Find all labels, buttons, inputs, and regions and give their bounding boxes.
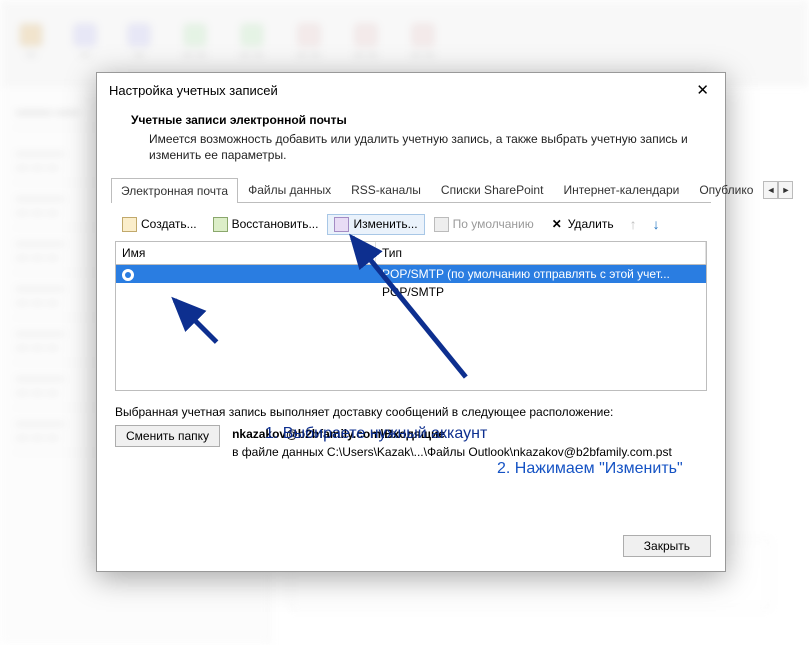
delivery-section: Выбранная учетная запись выполняет доста… <box>115 405 707 461</box>
tab-published[interactable]: Опублико <box>689 177 763 202</box>
dialog-title: Настройка учетных записей <box>109 83 278 98</box>
accounts-toolbar: Создать... Восстановить... Изменить... П… <box>97 203 725 241</box>
default-icon <box>434 217 449 232</box>
annotation-step-2: 2. Нажимаем "Изменить" <box>497 460 683 478</box>
move-up-button: ↑ <box>623 213 644 235</box>
arrow-down-icon: ↓ <box>653 216 660 232</box>
move-down-button[interactable]: ↓ <box>646 213 667 235</box>
restore-label: Восстановить... <box>232 217 319 231</box>
tab-email[interactable]: Электронная почта <box>111 178 238 203</box>
tab-rss[interactable]: RSS-каналы <box>341 177 431 202</box>
set-default-button: По умолчанию <box>427 214 541 235</box>
header-text: Имеется возможность добавить или удалить… <box>131 131 701 163</box>
tab-data-files[interactable]: Файлы данных <box>238 177 341 202</box>
header-title: Учетные записи электронной почты <box>131 113 701 127</box>
create-label: Создать... <box>141 217 197 231</box>
default-label: По умолчанию <box>453 217 534 231</box>
dialog-titlebar: Настройка учетных записей ✕ <box>97 73 725 107</box>
account-type: POP/SMTP <box>376 284 706 300</box>
delivery-path-name: nkazakov@b2bfamily.com\Входящие <box>232 425 672 443</box>
col-name[interactable]: Имя <box>116 242 376 264</box>
col-type[interactable]: Тип <box>376 242 706 264</box>
tab-sharepoint[interactable]: Списки SharePoint <box>431 177 554 202</box>
create-icon <box>122 217 137 232</box>
delete-button[interactable]: ✕ Удалить <box>543 214 621 234</box>
delivery-path-detail: в файле данных C:\Users\Kazak\...\Файлы … <box>232 443 672 461</box>
change-folder-button[interactable]: Сменить папку <box>115 425 220 447</box>
tab-scroll-right[interactable]: ► <box>778 181 793 199</box>
tab-scroll-left[interactable]: ◄ <box>763 181 778 199</box>
close-icon[interactable]: ✕ <box>692 81 713 99</box>
account-settings-dialog: Настройка учетных записей ✕ Учетные запи… <box>96 72 726 572</box>
restore-icon <box>213 217 228 232</box>
create-button[interactable]: Создать... <box>115 214 204 235</box>
close-button[interactable]: Закрыть <box>623 535 711 557</box>
account-type: POP/SMTP (по умолчанию отправлять с этой… <box>376 266 706 282</box>
dialog-header: Учетные записи электронной почты Имеется… <box>97 107 725 177</box>
delivery-label: Выбранная учетная запись выполняет доста… <box>115 405 707 419</box>
dialog-footer: Закрыть <box>97 525 725 571</box>
default-check-icon <box>122 269 134 281</box>
account-row[interactable]: POP/SMTP (по умолчанию отправлять с этой… <box>116 265 706 283</box>
account-row[interactable]: POP/SMTP <box>116 283 706 301</box>
tab-strip: Электронная почта Файлы данных RSS-канал… <box>111 177 711 203</box>
delete-label: Удалить <box>568 217 614 231</box>
restore-button[interactable]: Восстановить... <box>206 214 326 235</box>
edit-label: Изменить... <box>353 217 417 231</box>
edit-button[interactable]: Изменить... <box>327 214 424 235</box>
edit-icon <box>334 217 349 232</box>
arrow-up-icon: ↑ <box>630 216 637 232</box>
list-header: Имя Тип <box>116 242 706 265</box>
accounts-list: Имя Тип POP/SMTP (по умолчанию отправлят… <box>115 241 707 391</box>
delete-icon: ✕ <box>550 217 564 231</box>
tab-internet-cal[interactable]: Интернет-календари <box>553 177 689 202</box>
